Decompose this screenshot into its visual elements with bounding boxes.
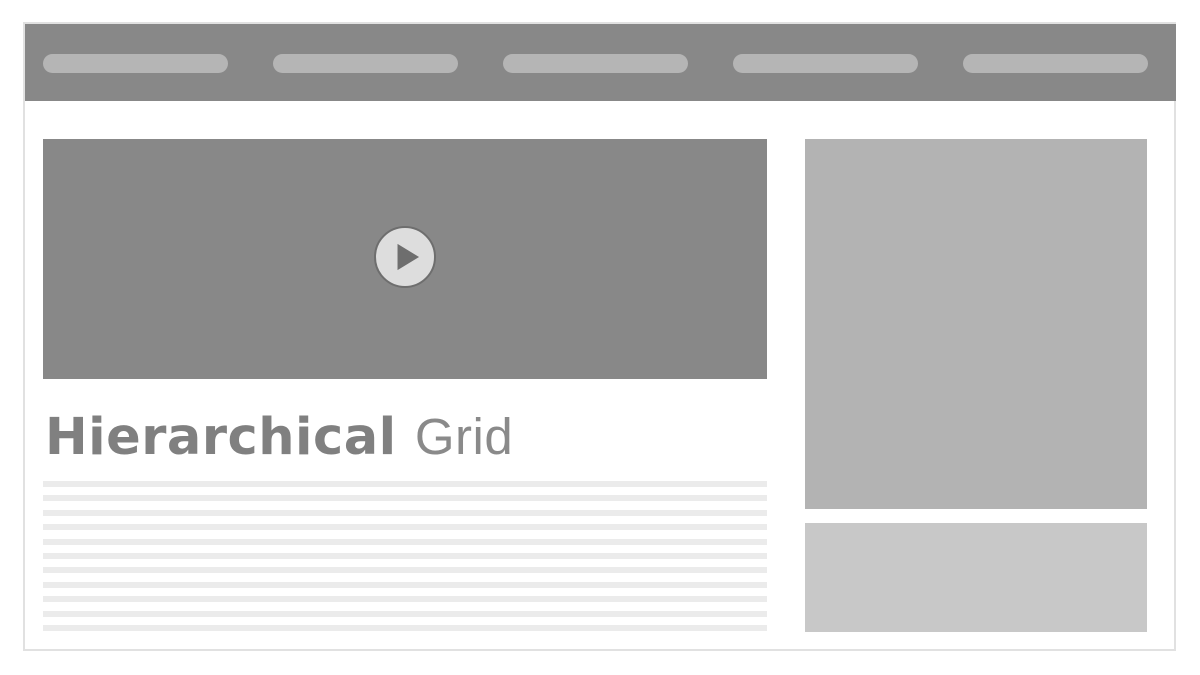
- video-placeholder: [43, 139, 767, 379]
- text-line: [43, 539, 767, 545]
- text-line: [43, 495, 767, 501]
- text-line: [43, 582, 767, 588]
- text-line: [43, 553, 767, 559]
- sidebar-block-small: [805, 523, 1147, 632]
- header-nav-bar: [25, 24, 1176, 101]
- play-icon: [397, 243, 420, 271]
- text-line: [43, 510, 767, 516]
- title-light-word: Grid: [414, 408, 514, 465]
- text-line: [43, 596, 767, 602]
- sidebar-block-large: [805, 139, 1147, 509]
- page-title: Hierarchical Grid: [45, 400, 513, 475]
- play-button[interactable]: [374, 226, 436, 288]
- nav-item-3[interactable]: [503, 54, 688, 73]
- nav-item-4[interactable]: [733, 54, 918, 73]
- nav-item-2[interactable]: [273, 54, 458, 73]
- text-line: [43, 524, 767, 530]
- title-bold-word: Hierarchical: [45, 408, 397, 467]
- text-line: [43, 481, 767, 487]
- text-line: [43, 567, 767, 573]
- nav-item-1[interactable]: [43, 54, 228, 73]
- text-line: [43, 611, 767, 617]
- text-line: [43, 625, 767, 631]
- nav-item-5[interactable]: [963, 54, 1148, 73]
